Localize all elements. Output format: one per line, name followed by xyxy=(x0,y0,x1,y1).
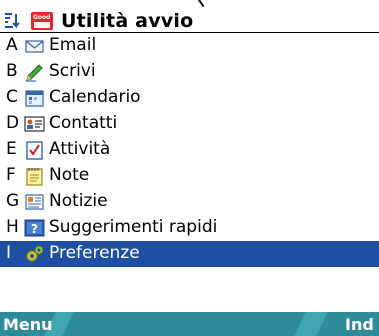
list-item-preferences[interactable]: I Preferenze xyxy=(0,241,379,267)
back-softkey[interactable]: Ind xyxy=(345,315,374,334)
list-item-compose[interactable]: B Scrivi xyxy=(0,59,379,85)
list-item-calendar[interactable]: C Calendario xyxy=(0,85,379,111)
list-item-label: Notizie xyxy=(49,191,108,211)
svg-text:?: ? xyxy=(31,222,38,236)
list-item-label: Note xyxy=(49,165,90,185)
list-item-label: Calendario xyxy=(49,87,141,107)
app-icon-bar xyxy=(34,22,50,28)
list-item-label: Scrivi xyxy=(49,61,96,81)
compose-icon xyxy=(26,64,43,82)
contacts-icon xyxy=(24,116,45,132)
list-item-quick-tips[interactable]: H ? Suggerimenti rapidi xyxy=(0,215,379,241)
good-app-icon: Good xyxy=(31,12,53,30)
softkey-bar-decoration xyxy=(294,312,328,336)
shortcut-key: G xyxy=(6,191,20,211)
shortcut-key: C xyxy=(6,87,18,107)
shortcut-key: D xyxy=(6,113,20,133)
shortcut-key: I xyxy=(6,243,12,263)
tasks-icon xyxy=(26,141,43,160)
list-item-label: Suggerimenti rapidi xyxy=(49,217,218,237)
app-icon-text: Good xyxy=(33,14,51,21)
notes-icon xyxy=(26,168,43,186)
shortcut-key: E xyxy=(6,139,17,159)
sort-icon xyxy=(5,13,20,29)
list-item-label: Contatti xyxy=(49,113,118,133)
list-item-label: Attività xyxy=(49,139,111,159)
list-item-label: Preferenze xyxy=(49,243,140,263)
shortcut-key: A xyxy=(6,35,18,55)
list-item-notes[interactable]: F Note xyxy=(0,163,379,189)
preferences-icon xyxy=(26,245,44,262)
status-indicator xyxy=(193,0,205,8)
list-item-email[interactable]: A Email xyxy=(0,33,379,59)
page-title: Utilità avvio xyxy=(61,10,194,32)
list-item-contacts[interactable]: D Contatti xyxy=(0,111,379,137)
list-item-tasks[interactable]: E Attività xyxy=(0,137,379,163)
help-icon: ? xyxy=(24,219,45,237)
launcher-list: A Email B Scrivi C Calendario D Contatti… xyxy=(0,33,379,267)
softkey-bar: Menu Ind xyxy=(0,312,379,336)
shortcut-key: B xyxy=(6,61,18,81)
list-item-label: Email xyxy=(49,35,97,55)
status-strip xyxy=(0,0,379,8)
title-bar: Good Utilità avvio xyxy=(0,8,379,33)
calendar-icon xyxy=(25,90,44,107)
email-icon xyxy=(25,40,44,53)
shortcut-key: F xyxy=(6,165,16,185)
menu-softkey[interactable]: Menu xyxy=(3,315,53,334)
shortcut-key: H xyxy=(6,217,19,237)
news-icon xyxy=(25,194,44,210)
list-item-news[interactable]: G Notizie xyxy=(0,189,379,215)
